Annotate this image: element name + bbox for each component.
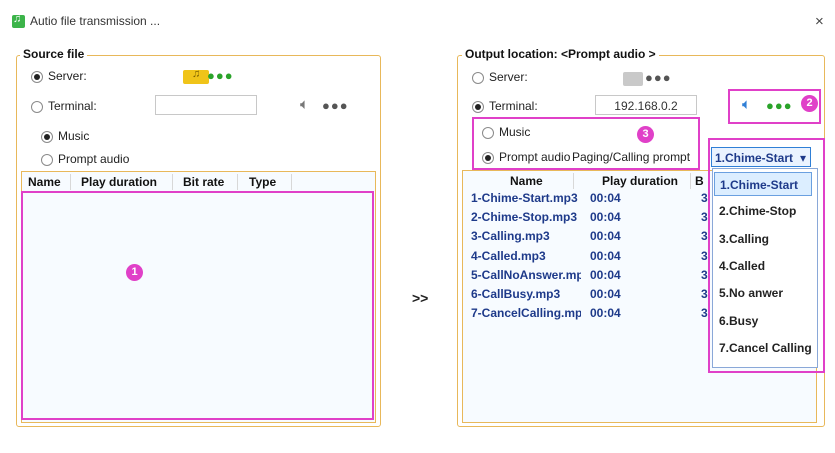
output-terminal-radio[interactable] bbox=[472, 101, 484, 113]
prompt-dropdown-value: 1.Chime-Start bbox=[715, 151, 794, 165]
source-col-bit-rate[interactable]: Bit rate bbox=[183, 175, 224, 189]
dropdown-option[interactable]: 7.Cancel Calling bbox=[714, 336, 812, 360]
speaker-icon[interactable]: 🔈︎ bbox=[300, 96, 309, 113]
output-row-name[interactable]: 2-Chime-Stop.mp3 bbox=[471, 210, 581, 224]
output-row-duration[interactable]: 00:04 bbox=[590, 191, 650, 205]
output-row-duration[interactable]: 00:04 bbox=[590, 306, 650, 320]
output-row-name[interactable]: 3-Calling.mp3 bbox=[471, 229, 581, 243]
output-server-dots-icon: ●●● bbox=[645, 70, 672, 85]
source-music-radio[interactable] bbox=[41, 131, 53, 143]
output-row-name[interactable]: 5-CallNoAnswer.mp3 bbox=[471, 268, 581, 282]
output-music-radio[interactable] bbox=[482, 127, 494, 139]
output-music-label: Music bbox=[499, 125, 531, 139]
close-icon[interactable]: × bbox=[815, 13, 824, 30]
badge-3: 3 bbox=[637, 126, 654, 143]
source-server-radio[interactable] bbox=[31, 71, 43, 83]
app-icon bbox=[12, 13, 25, 28]
source-list-highlight bbox=[21, 191, 374, 420]
output-server-label: Server: bbox=[489, 70, 528, 84]
source-col-play-duration[interactable]: Play duration bbox=[81, 175, 157, 189]
output-row-name[interactable]: 7-CancelCalling.mp3 bbox=[471, 306, 581, 320]
source-col-type[interactable]: Type bbox=[249, 175, 276, 189]
source-col-name[interactable]: Name bbox=[28, 175, 61, 189]
output-terminal-label: Terminal: bbox=[489, 99, 538, 113]
speaker-active-icon[interactable]: 🔈︎ bbox=[742, 96, 751, 113]
source-prompt-label: Prompt audio bbox=[58, 152, 130, 166]
output-prompt-label: Prompt audio bbox=[499, 150, 571, 164]
output-row-duration[interactable]: 00:04 bbox=[590, 287, 650, 301]
window-title: Autio file transmission ... bbox=[30, 14, 161, 28]
output-row-duration[interactable]: 00:04 bbox=[590, 268, 650, 282]
source-music-label: Music bbox=[58, 129, 90, 143]
badge-1: 1 bbox=[126, 264, 143, 281]
output-row-duration[interactable]: 00:04 bbox=[590, 229, 650, 243]
dropdown-option[interactable]: 3.Calling bbox=[714, 227, 812, 251]
output-row-name[interactable]: 1-Chime-Start.mp3 bbox=[471, 191, 581, 205]
dropdown-option[interactable]: 4.Called bbox=[714, 254, 812, 278]
server-status-dots-icon: ●●● bbox=[207, 68, 234, 83]
output-col-bit-rate[interactable]: B bbox=[695, 174, 704, 188]
output-row-name[interactable]: 6-CallBusy.mp3 bbox=[471, 287, 581, 301]
output-col-name[interactable]: Name bbox=[510, 174, 543, 188]
server-offline-icon bbox=[623, 72, 643, 86]
column-divider bbox=[172, 174, 173, 190]
chevron-down-icon: ▾ bbox=[799, 151, 806, 165]
output-row-duration[interactable]: 00:04 bbox=[590, 249, 650, 263]
output-prompt-radio[interactable] bbox=[482, 152, 494, 164]
dropdown-option[interactable]: 2.Chime-Stop bbox=[714, 199, 812, 223]
paging-calling-label: Paging/Calling prompt bbox=[572, 150, 691, 164]
server-music-icon bbox=[183, 68, 209, 84]
output-terminal-dots-icon[interactable]: ●●● bbox=[766, 98, 793, 113]
output-server-radio[interactable] bbox=[472, 72, 484, 84]
dropdown-option[interactable]: 5.No anwer bbox=[714, 281, 812, 305]
terminal-more-dots-icon[interactable]: ●●● bbox=[322, 98, 349, 113]
dropdown-option[interactable]: 1.Chime-Start bbox=[714, 172, 812, 196]
output-row-duration[interactable]: 00:04 bbox=[590, 210, 650, 224]
output-col-play-duration[interactable]: Play duration bbox=[602, 174, 678, 188]
source-file-legend: Source file bbox=[20, 47, 88, 61]
prompt-dropdown[interactable]: 1.Chime-Start ▾ bbox=[711, 147, 811, 167]
dropdown-option[interactable]: 6.Busy bbox=[714, 309, 812, 333]
transfer-arrow[interactable]: >> bbox=[412, 290, 428, 306]
output-location-legend: Output location: <Prompt audio > bbox=[462, 47, 659, 61]
output-terminal-input[interactable]: 192.168.0.2 bbox=[595, 95, 697, 115]
source-prompt-radio[interactable] bbox=[41, 154, 53, 166]
column-divider bbox=[291, 174, 292, 190]
source-terminal-radio[interactable] bbox=[31, 101, 43, 113]
column-divider bbox=[237, 174, 238, 190]
source-server-label: Server: bbox=[48, 69, 87, 83]
column-divider bbox=[70, 174, 71, 190]
source-terminal-input[interactable] bbox=[155, 95, 257, 115]
column-divider bbox=[690, 173, 691, 189]
source-terminal-label: Terminal: bbox=[48, 99, 97, 113]
badge-2: 2 bbox=[801, 95, 818, 112]
output-row-name[interactable]: 4-Called.mp3 bbox=[471, 249, 581, 263]
column-divider bbox=[573, 173, 574, 189]
